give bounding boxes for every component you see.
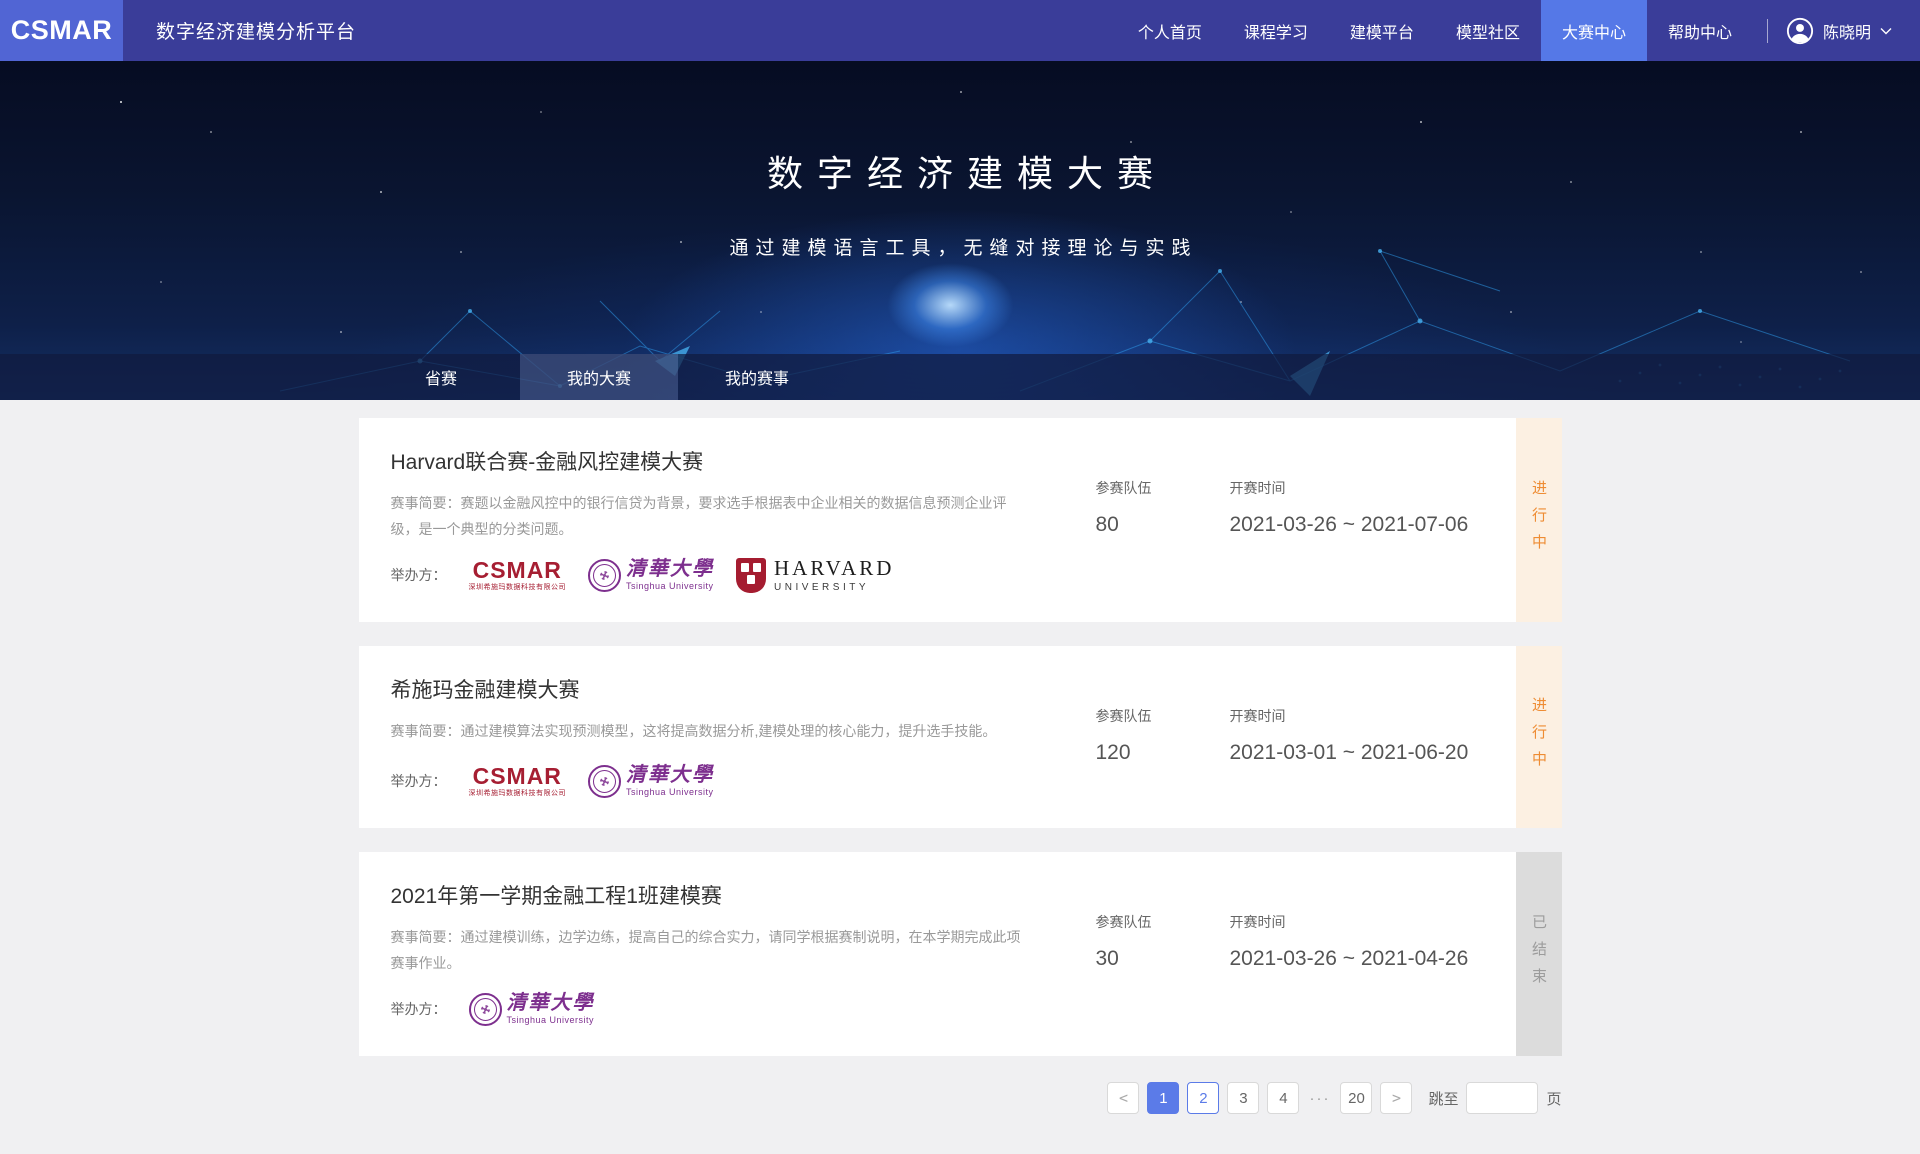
competition-summary: 赛事简要：赛题以金融风控中的银行信贷为背景，要求选手根据表中企业相关的数据信息预… [391,490,1031,542]
pagination-ellipsis: ··· [1307,1090,1332,1107]
competition-title: 希施玛金融建模大赛 [391,674,1096,704]
nav-item-modeling[interactable]: 建模平台 [1329,0,1435,61]
hero-network-graphic [0,61,1920,400]
page-button-2[interactable]: 2 [1187,1082,1219,1114]
status-text: 已结束 [1528,914,1549,995]
tsinghua-en: Tsinghua University [507,1016,595,1025]
csmar-logo[interactable]: CSMAR [0,0,123,61]
organizer-label: 举办方： [391,565,447,585]
harvard-organizer-logo: HARVARD UNIVERSITY [736,558,894,593]
tsinghua-en: Tsinghua University [626,582,714,591]
chevron-down-icon [1880,27,1892,35]
csmar-organizer-logo: CSMAR 深圳希施玛数据科技有限公司 [469,765,567,797]
csmar-organizer-logo: CSMAR 深圳希施玛数据科技有限公司 [469,559,567,591]
teams-label: 参赛队伍 [1096,478,1152,498]
jump-page-input[interactable] [1466,1082,1538,1114]
time-value: 2021-03-26 ~ 2021-07-06 [1230,513,1469,537]
tab-my-competitions[interactable]: 我的大赛 [520,354,678,400]
page-unit-label: 页 [1546,1088,1561,1109]
card-stats: 参赛队伍 120 开赛时间 2021-03-01 ~ 2021-06-20 [1096,646,1516,828]
teams-label: 参赛队伍 [1096,912,1152,932]
tsinghua-seal-icon [469,993,502,1026]
page-button-20[interactable]: 20 [1340,1082,1372,1114]
competition-card-class-contest[interactable]: 2021年第一学期金融工程1班建模赛 赛事简要：通过建模训练，边学边练，提高自己… [359,852,1562,1056]
card-stats: 参赛队伍 30 开赛时间 2021-03-26 ~ 2021-04-26 [1096,852,1516,1056]
organizer-row: 举办方： CSMAR 深圳希施玛数据科技有限公司 清華大學 Tsinghua U… [391,556,1096,594]
nav-item-competitions[interactable]: 大赛中心 [1541,0,1647,61]
platform-title: 数字经济建模分析平台 [156,17,356,44]
competition-title: Harvard联合赛-金融风控建模大赛 [391,446,1096,476]
nav-divider [1767,19,1768,43]
tsinghua-en: Tsinghua University [626,788,714,797]
competition-title: 2021年第一学期金融工程1班建模赛 [391,880,1096,910]
teams-value: 30 [1096,947,1152,971]
top-navbar: CSMAR 数字经济建模分析平台 个人首页 课程学习 建模平台 模型社区 大赛中… [0,0,1920,61]
user-name: 陈晓明 [1823,19,1871,43]
status-badge: 进行中 [1516,418,1562,622]
page-button-1[interactable]: 1 [1147,1082,1179,1114]
tab-my-events[interactable]: 我的赛事 [678,354,836,400]
tsinghua-seal-icon [588,765,621,798]
page-button-4[interactable]: 4 [1267,1082,1299,1114]
nav-item-courses[interactable]: 课程学习 [1223,0,1329,61]
page-button-3[interactable]: 3 [1227,1082,1259,1114]
organizer-row: 举办方： CSMAR 深圳希施玛数据科技有限公司 清華大學 Tsinghua U… [391,762,1096,800]
teams-label: 参赛队伍 [1096,706,1152,726]
card-stats: 参赛队伍 80 开赛时间 2021-03-26 ~ 2021-07-06 [1096,418,1516,622]
time-label: 开赛时间 [1230,912,1469,932]
tsinghua-cn: 清華大學 [507,993,595,1013]
card-main: 2021年第一学期金融工程1班建模赛 赛事简要：通过建模训练，边学边练，提高自己… [359,852,1096,1056]
harvard-shield-icon [736,558,766,593]
user-avatar-icon [1786,17,1814,45]
pagination: < 1 2 3 4 ··· 20 > 跳至 页 [359,1080,1562,1154]
teams-value: 120 [1096,741,1152,765]
time-label: 开赛时间 [1230,478,1469,498]
csmar-subtext: 深圳希施玛数据科技有限公司 [469,584,567,591]
csmar-wordmark: CSMAR [473,765,562,788]
card-main: Harvard联合赛-金融风控建模大赛 赛事简要：赛题以金融风控中的银行信贷为背… [359,418,1096,622]
status-badge: 进行中 [1516,646,1562,828]
tsinghua-seal-icon [588,559,621,592]
card-main: 希施玛金融建模大赛 赛事简要：通过建模算法实现预测模型，这将提高数据分析,建模处… [359,646,1096,828]
csmar-logo-text: CSMAR [11,15,113,46]
competition-list: Harvard联合赛-金融风控建模大赛 赛事简要：赛题以金融风控中的银行信贷为背… [0,400,1920,1154]
tsinghua-cn: 清華大學 [626,765,714,785]
csmar-wordmark: CSMAR [473,559,562,582]
time-value: 2021-03-26 ~ 2021-04-26 [1230,947,1469,971]
status-badge: 已结束 [1516,852,1562,1056]
organizer-label: 举办方： [391,999,447,1019]
jump-to-label: 跳至 [1428,1088,1458,1109]
nav-item-help[interactable]: 帮助中心 [1647,0,1753,61]
tsinghua-organizer-logo: 清華大學 Tsinghua University [588,559,714,592]
tab-province-contest[interactable]: 省赛 [362,354,520,400]
tsinghua-organizer-logo: 清華大學 Tsinghua University [469,993,595,1026]
csmar-subtext: 深圳希施玛数据科技有限公司 [469,790,567,797]
hero-subtitle: 通过建模语言工具，无缝对接理论与实践 [0,233,1920,260]
user-menu[interactable]: 陈晓明 [1786,17,1892,45]
tsinghua-cn: 清華大學 [626,559,714,579]
hero-title: 数字经济建模大赛 [0,145,1920,197]
organizer-label: 举办方： [391,771,447,791]
competition-tab-bar: 省赛 我的大赛 我的赛事 [0,354,1920,400]
tsinghua-organizer-logo: 清華大學 Tsinghua University [588,765,714,798]
competition-card-harvard[interactable]: Harvard联合赛-金融风控建模大赛 赛事简要：赛题以金融风控中的银行信贷为背… [359,418,1562,622]
competition-card-csmar-finance[interactable]: 希施玛金融建模大赛 赛事简要：通过建模算法实现预测模型，这将提高数据分析,建模处… [359,646,1562,828]
prev-page-button[interactable]: < [1107,1082,1139,1114]
teams-value: 80 [1096,513,1152,537]
hero-banner: 数字经济建模大赛 通过建模语言工具，无缝对接理论与实践 省赛 我的大赛 我的赛事 [0,61,1920,400]
nav-item-home[interactable]: 个人首页 [1117,0,1223,61]
competition-summary: 赛事简要：通过建模算法实现预测模型，这将提高数据分析,建模处理的核心能力，提升选… [391,718,1031,748]
nav-item-community[interactable]: 模型社区 [1435,0,1541,61]
time-label: 开赛时间 [1230,706,1469,726]
status-text: 进行中 [1528,697,1549,778]
organizer-row: 举办方： 清華大學 Tsinghua University [391,990,1096,1028]
status-text: 进行中 [1528,480,1549,561]
competition-summary: 赛事简要：通过建模训练，边学边练，提高自己的综合实力，请同学根据赛制说明，在本学… [391,924,1031,976]
harvard-subtext: UNIVERSITY [774,583,894,593]
next-page-button[interactable]: > [1380,1082,1412,1114]
harvard-wordmark: HARVARD [774,558,894,579]
time-value: 2021-03-01 ~ 2021-06-20 [1230,741,1469,765]
main-nav: 个人首页 课程学习 建模平台 模型社区 大赛中心 帮助中心 [1117,0,1753,61]
